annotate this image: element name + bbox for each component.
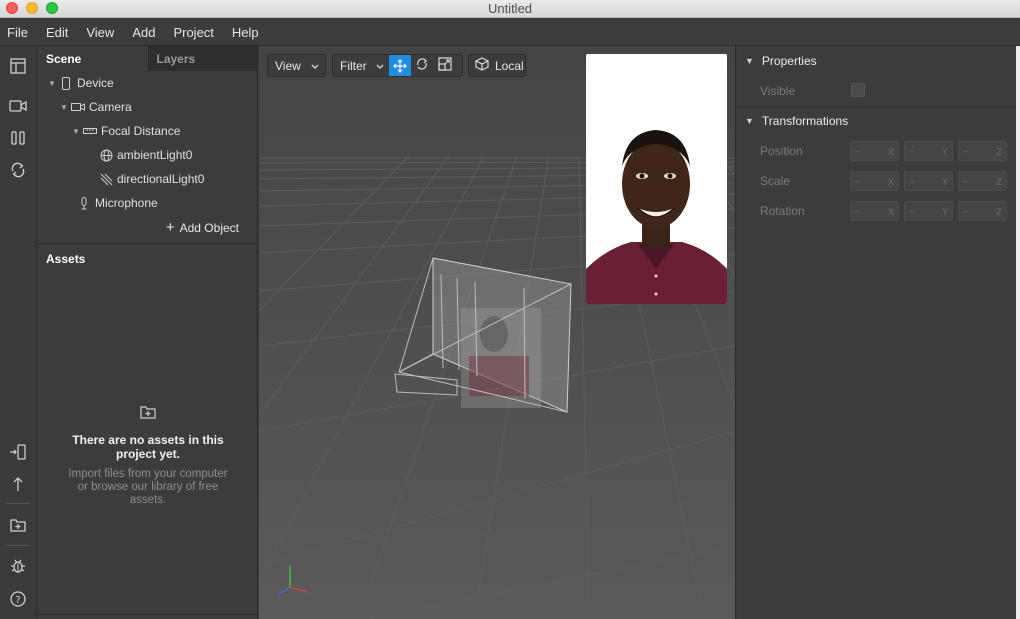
transformations-title: Transformations [761,114,849,128]
tree-item-directional-light[interactable]: directionalLight0 [98,168,204,190]
tree-item-focal-distance[interactable]: ▼ Focal Distance [72,120,180,142]
menu-view[interactable]: View [86,25,123,40]
svg-text:?: ? [15,595,20,606]
tree-item-label: Focal Distance [101,124,181,138]
chevron-down-icon [311,59,319,73]
camera-icon [70,102,86,112]
properties-panel: ▼ Properties Visible ▼ Transformations P… [737,46,1016,619]
add-object-button[interactable]: + Add Object [165,219,239,236]
scale-fields: – X – Y – Z [850,171,1007,191]
scene-panel: Scene Layers ▼ Device ▼ Camera ▼ Focal D… [38,46,258,244]
send-to-device-icon[interactable] [8,442,28,462]
position-fields: – X – Y – Z [850,141,1007,161]
rotation-z-field[interactable]: – Z [958,201,1007,221]
view-dropdown-label: View [275,58,301,73]
scale-y-field[interactable]: – Y [904,171,953,191]
toolbar-divider [6,545,30,546]
ruler-icon [82,127,98,135]
tree-item-ambient-light[interactable]: ambientLight0 [98,144,192,166]
position-z-field[interactable]: – Z [958,141,1007,161]
rotate-tool-icon[interactable] [415,57,429,74]
rotation-x-field[interactable]: – X [850,201,899,221]
section-divider [737,106,1016,107]
assets-empty-title: There are no assets in this project yet. [72,433,224,461]
properties-title: Properties [761,54,817,68]
local-space-button[interactable]: Local [468,54,526,77]
tree-item-device[interactable]: ▼ Device [48,72,114,94]
phone-icon [58,76,74,90]
layout-icon[interactable] [8,56,28,76]
rotation-y-field[interactable]: – Y [904,201,953,221]
tab-layers[interactable]: Layers [147,46,257,71]
filter-toolbar: Filter [332,54,463,77]
properties-section-header[interactable]: ▼ Properties [745,54,817,68]
microphone-icon [76,196,92,210]
chevron-down-icon[interactable] [376,59,384,73]
tree-item-label: Device [77,76,114,90]
menu-file[interactable]: File [7,25,37,40]
scene-tabs: Scene Layers [38,46,257,71]
add-folder-icon [140,405,156,422]
expand-caret-icon[interactable]: ▼ [72,127,82,136]
scale-x-field[interactable]: – X [850,171,899,191]
left-toolbar: ? [0,46,37,619]
camera-icon[interactable] [8,96,28,116]
filter-dropdown-label[interactable]: Filter [340,59,367,73]
assets-title: Assets [46,252,86,266]
rotation-fields: – X – Y – Z [850,201,1007,221]
bug-icon[interactable] [8,556,28,576]
device-preview[interactable] [586,54,727,304]
tree-item-microphone[interactable]: Microphone [76,192,158,214]
cube-icon [475,57,489,74]
tree-item-label: Microphone [95,196,158,210]
rotation-label: Rotation [760,204,805,218]
visible-label: Visible [760,84,796,98]
panel-divider [38,614,258,615]
position-x-field[interactable]: – X [850,141,899,161]
window-title: Untitled [487,1,533,16]
menu-add[interactable]: Add [132,25,164,40]
pause-columns-icon[interactable] [8,128,28,148]
tree-item-label: ambientLight0 [117,148,193,162]
assets-panel: Assets There are no assets in this proje… [38,245,258,619]
scale-label: Scale [760,174,791,188]
tree-item-label: Camera [89,100,132,114]
position-label: Position [760,144,803,158]
view-dropdown[interactable]: View [267,54,326,77]
help-icon[interactable]: ? [8,589,28,609]
toolbar-divider [6,503,30,504]
expand-caret-icon[interactable]: ▼ [48,79,58,88]
scale-tool-icon[interactable] [438,57,452,74]
scale-z-field[interactable]: – Z [958,171,1007,191]
menu-edit[interactable]: Edit [46,25,77,40]
upload-icon[interactable] [8,474,28,494]
title-bar: Untitled [0,0,1020,18]
transformations-section-header[interactable]: ▼ Transformations [745,114,848,128]
assets-empty-description: Import files from your computer or brows… [68,468,228,506]
collapse-triangle-icon: ▼ [745,56,754,66]
local-space-label: Local [495,58,524,73]
position-y-field[interactable]: – Y [904,141,953,161]
directional-light-icon [98,173,114,186]
tree-item-camera[interactable]: ▼ Camera [60,96,132,118]
scene-viewport[interactable]: View Filter Local [259,46,736,619]
expand-caret-icon[interactable]: ▼ [60,103,70,112]
menu-project[interactable]: Project [173,25,222,40]
add-object-label: Add Object [179,221,239,235]
move-tool-icon[interactable] [388,55,411,76]
sync-icon[interactable] [8,160,28,180]
tab-scene[interactable]: Scene [38,46,148,71]
plus-icon: + [165,219,175,236]
visible-checkbox[interactable] [851,83,865,97]
camera-feed-image [586,54,727,304]
add-folder-icon[interactable] [8,515,28,535]
tree-item-label: directionalLight0 [117,172,205,186]
menu-bar: File Edit View Add Project Help [0,19,1020,46]
globe-icon [98,149,114,162]
collapse-triangle-icon: ▼ [745,116,754,126]
window-edge [1016,46,1020,619]
menu-help[interactable]: Help [232,25,268,40]
